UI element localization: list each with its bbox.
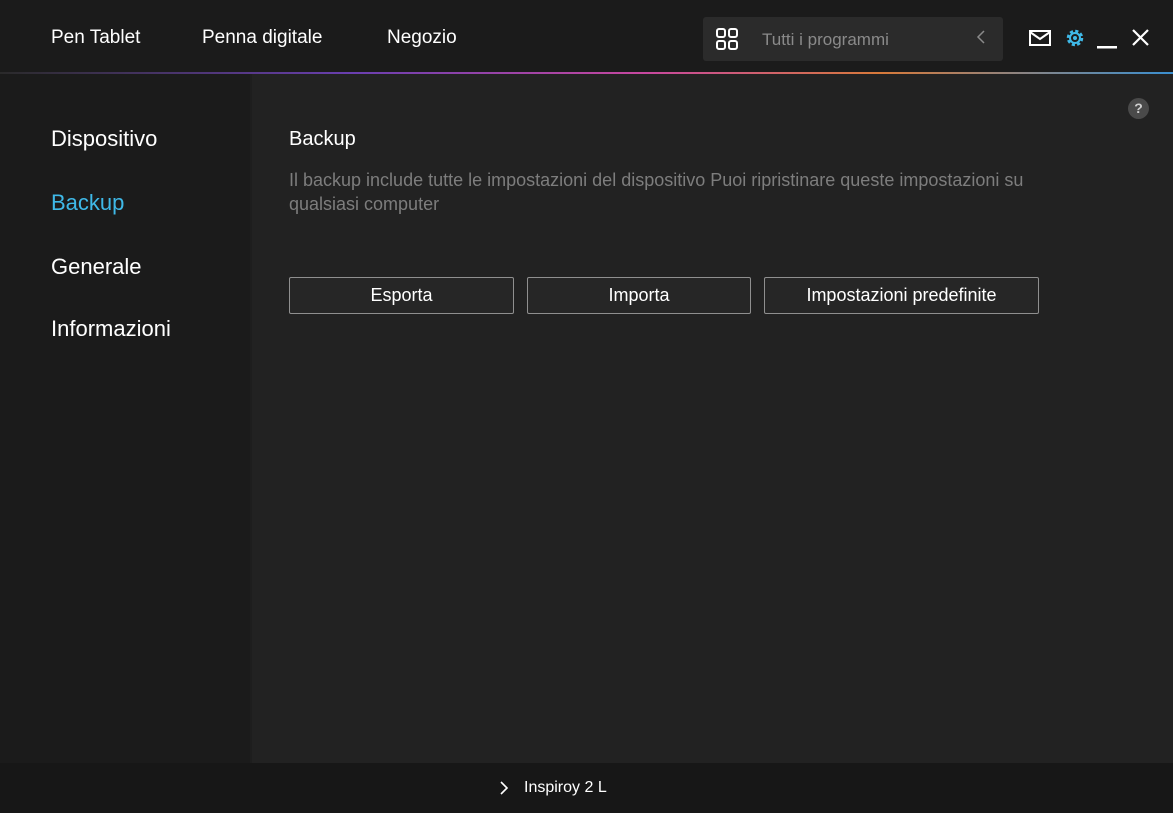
section-title: Backup: [289, 128, 356, 150]
sidebar-item-device[interactable]: Dispositivo: [51, 126, 157, 152]
sidebar-item-general[interactable]: Generale: [51, 254, 142, 280]
gear-icon[interactable]: [1064, 27, 1086, 54]
nav-digital-pen[interactable]: Penna digitale: [202, 27, 322, 49]
export-button[interactable]: Esporta: [289, 277, 514, 314]
program-selector[interactable]: Tutti i programmi: [703, 17, 1003, 61]
minimize-icon[interactable]: [1097, 37, 1117, 55]
grid-icon: [715, 27, 739, 51]
sidebar-item-backup[interactable]: Backup: [51, 190, 124, 216]
nav-pen-tablet[interactable]: Pen Tablet: [51, 27, 140, 49]
chevron-right-icon: [497, 779, 511, 797]
sidebar-item-info[interactable]: Informazioni: [51, 316, 171, 342]
section-description: Il backup include tutte le impostazioni …: [289, 170, 1024, 214]
sidebar: Dispositivo Backup Generale Informazioni: [0, 74, 250, 763]
device-footer[interactable]: Inspiroy 2 L: [0, 763, 1173, 813]
close-icon[interactable]: [1131, 28, 1150, 52]
nav-store[interactable]: Negozio: [387, 27, 457, 49]
mail-icon[interactable]: [1029, 30, 1051, 51]
help-icon[interactable]: ?: [1128, 98, 1149, 119]
chevron-left-icon[interactable]: [971, 27, 991, 51]
device-name: Inspiroy 2 L: [524, 779, 607, 796]
defaults-button[interactable]: Impostazioni predefinite: [764, 277, 1039, 314]
program-selector-label: Tutti i programmi: [762, 30, 889, 49]
import-button[interactable]: Importa: [527, 277, 751, 314]
top-bar: Pen Tablet Penna digitale Negozio Tutti …: [0, 0, 1173, 72]
